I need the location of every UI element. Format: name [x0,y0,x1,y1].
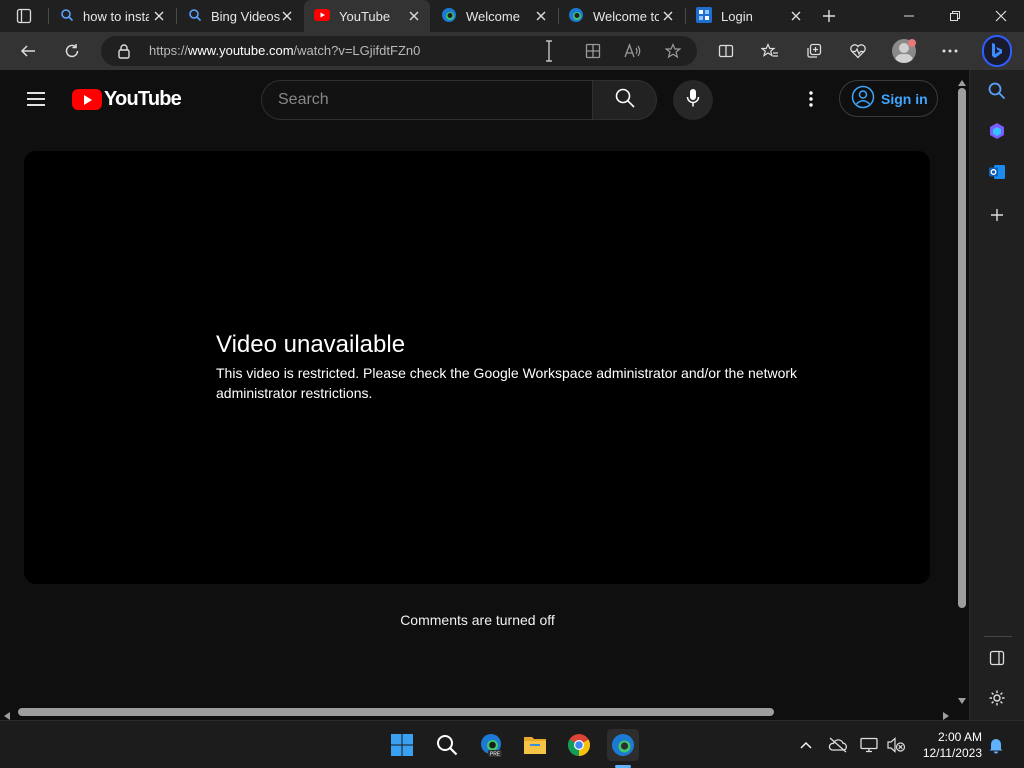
horizontal-scrollbar[interactable] [0,705,955,720]
hide-sidebar-icon[interactable] [986,647,1008,669]
split-screen-icon[interactable] [712,37,740,65]
windows-taskbar: PRE 2:00 AM 12/11/2023 [0,720,1024,768]
onedrive-offline-icon[interactable] [828,735,848,755]
tab-how-to-install[interactable]: how to insta [50,0,175,32]
youtube-icon [314,8,330,24]
text-cursor-icon [544,40,554,62]
close-icon[interactable] [660,8,676,24]
scrollbar-corner [955,705,969,719]
tab-title: how to insta [83,8,149,24]
edge-taskbar-icon[interactable] [607,729,639,761]
clock-date: 12/11/2023 [922,746,982,760]
favorite-star-icon[interactable] [664,42,682,60]
taskbar-clock[interactable]: 2:00 AM 12/11/2023 [916,729,982,761]
close-icon[interactable] [533,8,549,24]
vertical-scrollbar[interactable] [955,70,969,705]
tab-actions-icon[interactable] [10,6,38,26]
voice-search-button[interactable] [673,80,713,120]
sidebar-settings-gear-icon[interactable] [986,687,1008,709]
browser-tab-strip: how to insta Bing Videos YouTube Welcome… [0,0,1024,32]
youtube-play-icon [72,88,102,110]
grid-icon [696,6,712,26]
file-explorer-icon[interactable] [519,729,551,761]
close-icon[interactable] [279,8,295,24]
restore-button[interactable] [932,0,978,32]
video-unavailable-message: This video is restricted. Please check t… [216,365,798,401]
address-bar[interactable]: https://www.youtube.com/watch?v=LGjifdtF… [101,36,697,66]
scroll-down-arrow-icon[interactable] [957,692,967,704]
account-icon [851,85,875,112]
search-icon [188,8,202,25]
close-icon[interactable] [151,8,167,24]
close-icon[interactable] [406,8,422,24]
tab-welcome-to[interactable]: Welcome to [558,0,684,32]
tab-bing-videos[interactable]: Bing Videos [178,0,303,32]
sign-in-label: Sign in [881,90,928,107]
browser-toolbar: https://www.youtube.com/watch?v=LGjifdtF… [0,32,1024,70]
sign-in-button[interactable]: Sign in [839,80,938,117]
svg-text:PRE: PRE [490,752,501,758]
tab-login[interactable]: Login [686,0,812,32]
back-button[interactable] [14,37,42,65]
edge-sidebar [969,70,1024,720]
search-input[interactable]: Search [261,80,593,120]
app-available-icon[interactable] [584,42,602,60]
vertical-scroll-thumb[interactable] [958,88,966,608]
comments-status: Comments are turned off [400,612,555,628]
chrome-icon[interactable] [563,729,595,761]
page-viewport: YouTube Search Sign in Video unavailable… [0,70,955,705]
clock-time: 2:00 AM [937,730,982,744]
sidebar-copilot-icon[interactable] [986,120,1008,142]
hamburger-menu-icon[interactable] [24,87,48,111]
tab-welcome[interactable]: Welcome [431,0,557,32]
browser-essentials-icon[interactable] [844,37,872,65]
new-tab-button[interactable] [818,5,840,27]
bing-copilot-button[interactable] [982,35,1012,67]
minimize-button[interactable] [886,0,932,32]
close-window-button[interactable] [978,0,1024,32]
search-icon [615,88,635,113]
url-text[interactable]: https://www.youtube.com/watch?v=LGjifdtF… [149,43,420,58]
youtube-logo-text: YouTube [104,87,182,110]
windows-start-icon[interactable] [386,729,418,761]
edge-preview-icon[interactable]: PRE [475,729,507,761]
video-player[interactable]: Video unavailable This video is restrict… [24,151,930,584]
favorites-icon[interactable] [756,37,784,65]
sidebar-outlook-icon[interactable] [986,161,1008,183]
refresh-button[interactable] [58,37,86,65]
sidebar-divider [984,636,1012,637]
sidebar-add-icon[interactable] [986,204,1008,226]
settings-more-icon[interactable] [936,37,964,65]
read-aloud-icon[interactable] [624,42,642,60]
video-unavailable-title: Video unavailable [216,331,406,358]
taskbar-search-icon[interactable] [431,729,463,761]
search-placeholder: Search [278,91,329,108]
more-options-icon[interactable] [800,88,822,110]
horizontal-scroll-thumb[interactable] [18,708,774,716]
network-volume-icon[interactable] [886,735,906,755]
display-icon[interactable] [859,735,879,755]
search-button[interactable] [593,80,657,120]
scroll-up-arrow-icon[interactable] [957,74,967,86]
tab-title: Welcome to [593,8,659,24]
youtube-logo[interactable]: YouTube [72,87,182,110]
close-icon[interactable] [788,8,804,24]
lock-icon[interactable] [117,43,131,64]
tab-title: Welcome [466,8,520,24]
sidebar-search-icon[interactable] [986,80,1008,102]
edge-icon [441,7,457,26]
search-icon [60,8,74,25]
profile-notification-dot [908,39,916,47]
edge-icon [568,7,584,26]
collections-icon[interactable] [800,37,828,65]
microphone-icon [686,88,700,113]
notification-bell-icon[interactable] [986,735,1006,755]
tab-youtube[interactable]: YouTube [304,0,430,32]
tab-title: Login [721,8,753,24]
show-hidden-icons-chevron-icon[interactable] [796,735,816,755]
